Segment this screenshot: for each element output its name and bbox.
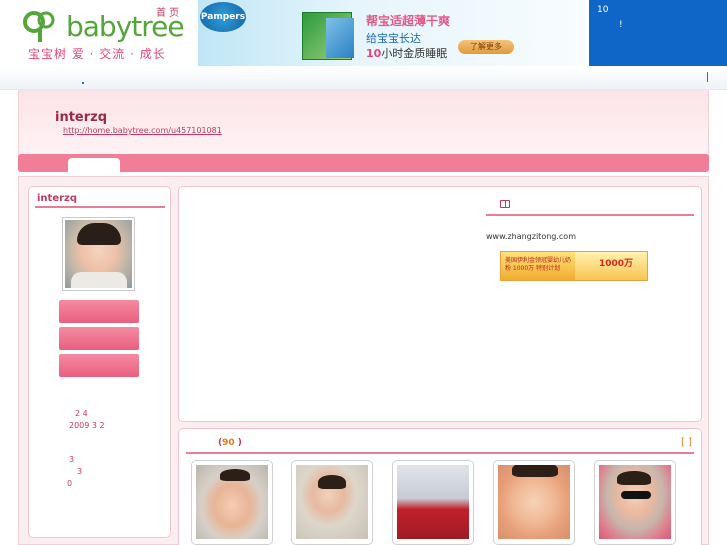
sunglasses-icon: [621, 491, 651, 499]
baby-photo-1: [196, 465, 268, 539]
album-more-link[interactable]: [ ]: [681, 437, 692, 448]
baby-photo-3: [397, 465, 469, 539]
sidebar-stat-3: 3: [69, 455, 75, 464]
avatar-shirt: [71, 272, 127, 288]
sidebar-divider: [35, 206, 165, 208]
avatar[interactable]: [62, 217, 135, 291]
ad-banner-left: 美国伊利金领冠婴幼儿奶粉 1000万 特别计划: [501, 252, 575, 280]
album-title: (90 ): [218, 438, 242, 448]
sidebar-button-1[interactable]: [59, 300, 139, 323]
photo-1-hair: [220, 469, 250, 481]
photo-4-hair: [512, 465, 558, 477]
personal-site-link[interactable]: www.zhangzitong.com: [486, 232, 576, 241]
avatar-photo: [65, 220, 132, 288]
pampers-ad-banner[interactable]: Pampers 帮宝适超薄干爽 给宝宝长达 10小时金质睡眠 了解更多: [198, 0, 586, 66]
sidebar-stat-date: 2009 3 2: [69, 421, 105, 430]
nav-separator: [707, 72, 708, 82]
profile-tab-bar: [18, 154, 709, 172]
sidebar-stat-age: 2 4: [75, 409, 88, 418]
nav-bar: [0, 66, 727, 90]
logo-tagline: 宝宝树 爱 · 交流 · 成长: [28, 47, 166, 61]
profile-username: interzq: [55, 110, 108, 125]
banner-headline: 帮宝适超薄干爽: [366, 14, 451, 28]
promo-number: 10: [597, 5, 609, 15]
nav-dot: [82, 82, 84, 84]
album-thumbnail-5[interactable]: [594, 460, 676, 545]
profile-url-link[interactable]: http://home.babytree.com/u457101081: [63, 126, 222, 135]
diaper-pack-image-2: [326, 18, 354, 58]
pampers-logo: Pampers: [200, 2, 246, 32]
album-thumbnail-3[interactable]: [392, 460, 474, 545]
banner-tagline: 10小时金质睡眠: [366, 45, 447, 61]
banner-hours: 10: [366, 47, 382, 60]
baby-photo-5: [599, 465, 671, 539]
page-root: babytree 宝宝树 爱 · 交流 · 成长 首 页 Pampers 帮宝适…: [0, 0, 727, 545]
avatar-hair: [77, 223, 121, 245]
sidebar-button-2[interactable]: [59, 327, 139, 350]
ad-right-text: 1000万: [599, 259, 634, 269]
ad-banner-right: 1000万: [575, 252, 647, 280]
album-photo-count: 90: [222, 438, 235, 448]
sidebar-button-3[interactable]: [59, 354, 139, 377]
site-header: babytree 宝宝树 爱 · 交流 · 成长 首 页 Pampers 帮宝适…: [0, 0, 727, 66]
main-content-box: [178, 186, 702, 422]
tab-active[interactable]: [68, 158, 120, 172]
sidebar-title: interzq: [37, 193, 78, 204]
ad-left-text: 美国伊利金领冠婴幼儿奶粉 1000万 特别计划: [505, 257, 572, 272]
sidebar-stat-5: 0: [67, 479, 73, 488]
album-divider: [186, 452, 694, 454]
photo-2-hair: [318, 475, 346, 489]
album-thumbnail-4[interactable]: [493, 460, 575, 545]
profile-header: interzq http://home.babytree.com/u457101…: [18, 90, 709, 156]
home-link[interactable]: 首 页: [156, 4, 179, 19]
baby-photo-2: [296, 465, 368, 539]
links-divider: [486, 214, 694, 216]
baby-photo-4: [498, 465, 570, 539]
promo-box[interactable]: 10 !: [589, 0, 727, 66]
album-count-close: ): [237, 438, 242, 448]
banner-tagline-rest: 小时金质睡眠: [381, 47, 448, 60]
photo-5-hair: [617, 471, 651, 485]
banner-subline: 给宝宝长达: [366, 32, 421, 45]
tree-logo-icon: [23, 11, 55, 42]
sidebar-stat-4: 3: [77, 467, 83, 476]
book-icon: [500, 200, 510, 208]
learn-more-button[interactable]: 了解更多: [458, 40, 514, 54]
profile-sidebar: interzq 2 4 2009 3 2 3 3 0: [28, 186, 171, 538]
album-thumbnail-1[interactable]: [191, 460, 273, 545]
yili-ad-banner[interactable]: 美国伊利金领冠婴幼儿奶粉 1000万 特别计划 1000万: [500, 251, 648, 281]
album-thumbnail-2[interactable]: [291, 460, 373, 545]
promo-exclaim: !: [619, 20, 623, 30]
